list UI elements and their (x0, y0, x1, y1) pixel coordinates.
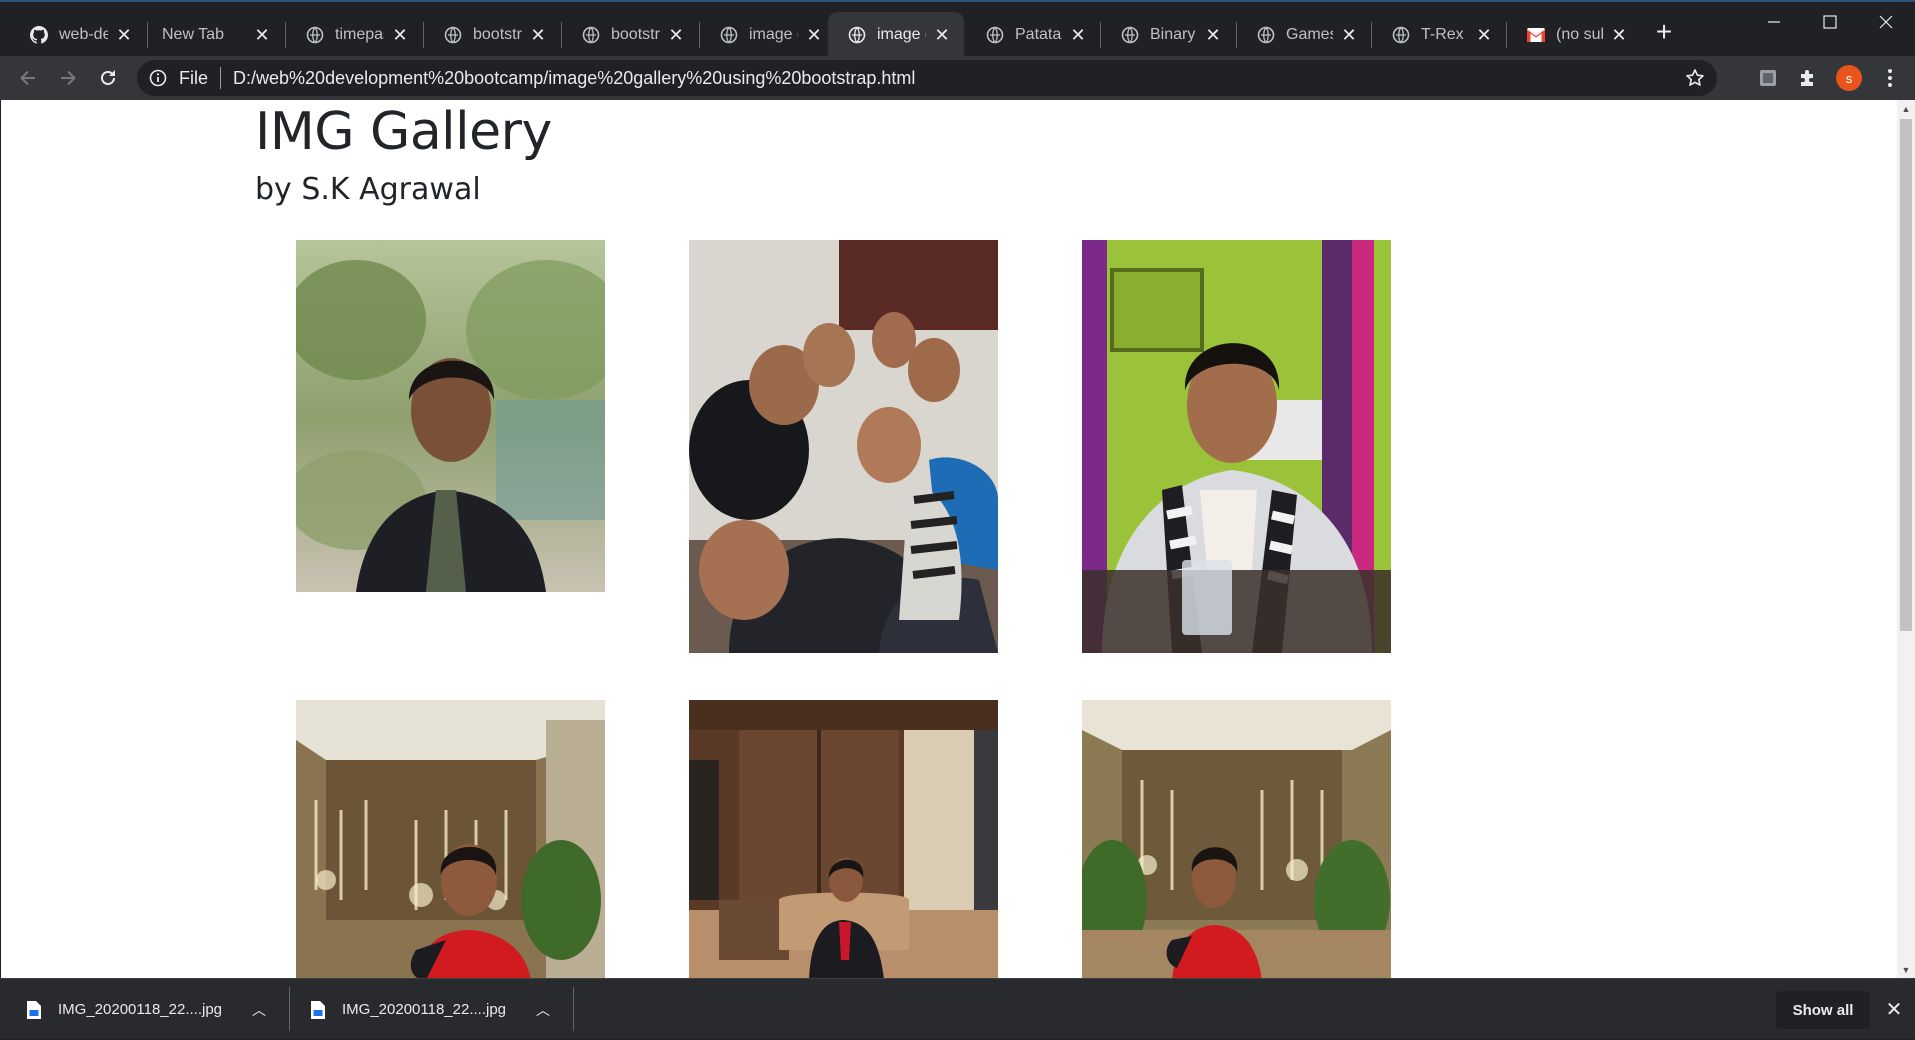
close-shelf-icon[interactable]: ✕ (1884, 999, 1904, 1021)
photo-lobby-standing (296, 700, 605, 978)
chevron-up-icon[interactable]: ︿ (252, 1000, 266, 1020)
tab-title: timepas (335, 26, 384, 43)
chevron-up-icon[interactable]: ︿ (536, 1000, 550, 1020)
kebab-menu-icon[interactable] (1878, 66, 1902, 90)
minimize-icon[interactable] (1746, 2, 1802, 42)
profile-avatar[interactable]: s (1836, 65, 1862, 91)
address-bar[interactable]: File D:/web%20development%20bootcamp/ima… (137, 60, 1717, 96)
maximize-icon[interactable] (1802, 2, 1858, 42)
tab-strip: web-dev ✕ New Tab ✕ timepas ✕ bootstra ✕… (0, 0, 1915, 58)
tab-web-dev[interactable]: web-dev ✕ (10, 12, 146, 58)
download-separator (289, 987, 290, 1031)
github-icon (30, 26, 48, 44)
gallery-photo[interactable] (296, 700, 605, 978)
globe-icon (986, 26, 1004, 44)
tab-title: New Tab (162, 26, 224, 43)
tab-gmail[interactable]: (no subj ✕ (1507, 12, 1641, 58)
url-text[interactable]: D:/web%20development%20bootcamp/image%20… (233, 68, 915, 89)
tab-title: bootstra (611, 26, 660, 43)
omnibox-divider (220, 67, 222, 89)
vertical-scrollbar[interactable]: ▲ ▼ (1897, 100, 1915, 978)
tab-image-gallery-active[interactable]: image g ✕ (828, 12, 964, 58)
extension-square-icon[interactable] (1756, 66, 1780, 90)
page-viewport: IMG Gallery by S.K Agrawal (1, 100, 1897, 978)
globe-icon (720, 26, 738, 44)
reload-icon[interactable] (92, 62, 124, 94)
info-icon[interactable] (149, 69, 167, 87)
tab-close-icon[interactable]: ✕ (666, 25, 686, 45)
photo-lobby-plants (1082, 700, 1391, 978)
tab-close-icon[interactable]: ✕ (932, 25, 952, 45)
scroll-up-arrow-icon[interactable]: ▲ (1897, 100, 1915, 117)
globe-icon (444, 26, 462, 44)
extensions-puzzle-icon[interactable] (1796, 66, 1820, 90)
globe-icon (848, 26, 866, 44)
globe-icon (306, 26, 324, 44)
download-filename: IMG_20200118_22....jpg (342, 1001, 507, 1018)
page-subtitle: by S.K Agrawal (255, 172, 481, 207)
back-arrow-icon[interactable] (12, 62, 44, 94)
scroll-down-arrow-icon[interactable]: ▼ (1897, 961, 1915, 978)
globe-icon (1392, 26, 1410, 44)
tab-bootstrap-1[interactable]: bootstra ✕ (424, 12, 560, 58)
download-item[interactable]: IMG_20200118_22....jpg ︿ (26, 979, 266, 1040)
download-filename: IMG_20200118_22....jpg (58, 1001, 223, 1018)
download-shelf: IMG_20200118_22....jpg ︿ IMG_20200118_22… (0, 978, 1915, 1039)
tab-close-icon[interactable]: ✕ (114, 25, 134, 45)
tab-title: bootstra (473, 26, 522, 43)
gallery-photo[interactable] (689, 700, 998, 978)
gallery-photo[interactable] (689, 240, 998, 653)
tab-new-tab[interactable]: New Tab ✕ (148, 12, 284, 58)
tab-close-icon[interactable]: ✕ (1068, 25, 1088, 45)
tab-close-icon[interactable]: ✕ (1339, 25, 1359, 45)
tab-title: (no subj (1556, 26, 1603, 43)
gallery-photo[interactable] (1082, 700, 1391, 978)
tab-title: Binary C (1150, 26, 1197, 43)
tab-close-icon[interactable]: ✕ (1609, 25, 1629, 45)
tab-close-icon[interactable]: ✕ (390, 25, 410, 45)
tab-close-icon[interactable]: ✕ (1474, 25, 1494, 45)
tab-title: Patatap (1015, 26, 1062, 43)
show-all-button[interactable]: Show all (1776, 991, 1870, 1029)
scrollbar-thumb[interactable] (1900, 119, 1912, 631)
tab-title: Games (1286, 26, 1333, 43)
gallery-photo[interactable] (296, 240, 605, 592)
browser-toolbar: File D:/web%20development%20bootcamp/ima… (0, 56, 1915, 100)
tab-patatap[interactable]: Patatap ✕ (966, 12, 1100, 58)
image-file-icon (311, 1000, 325, 1019)
new-tab-plus-icon[interactable]: + (1648, 16, 1680, 48)
tab-games[interactable]: Games ✕ (1237, 12, 1371, 58)
globe-icon (1121, 26, 1139, 44)
tab-title: T-Rex G (1421, 26, 1468, 43)
gmail-icon (1527, 26, 1545, 44)
tab-title: web-dev (59, 26, 108, 43)
gallery-photo[interactable] (1082, 240, 1391, 653)
tab-title: image g (877, 26, 926, 43)
tab-timepass[interactable]: timepas ✕ (286, 12, 422, 58)
tab-trex[interactable]: T-Rex G ✕ (1372, 12, 1506, 58)
bookmark-star-icon[interactable] (1685, 68, 1705, 88)
photo-group-selfie (689, 240, 998, 653)
tab-close-icon[interactable]: ✕ (252, 25, 272, 45)
globe-icon (1257, 26, 1275, 44)
tab-binary[interactable]: Binary C ✕ (1101, 12, 1235, 58)
page-title: IMG Gallery (255, 102, 552, 162)
photo-restaurant-selfie (1082, 240, 1391, 653)
photo-portrait-suit (296, 240, 605, 592)
photo-lobby-sofa (689, 700, 998, 978)
tab-close-icon[interactable]: ✕ (804, 25, 824, 45)
image-file-icon (27, 1000, 41, 1019)
tab-title: image g (749, 26, 798, 43)
globe-icon (582, 26, 600, 44)
tab-image-gallery-1[interactable]: image g ✕ (700, 12, 836, 58)
download-item[interactable]: IMG_20200118_22....jpg ︿ (310, 979, 550, 1040)
window-close-icon[interactable] (1858, 2, 1914, 42)
tab-close-icon[interactable]: ✕ (1203, 25, 1223, 45)
forward-arrow-icon[interactable] (52, 62, 84, 94)
scheme-label: File (179, 67, 209, 88)
download-separator (573, 987, 574, 1031)
tab-close-icon[interactable]: ✕ (528, 25, 548, 45)
tab-bootstrap-2[interactable]: bootstra ✕ (562, 12, 698, 58)
